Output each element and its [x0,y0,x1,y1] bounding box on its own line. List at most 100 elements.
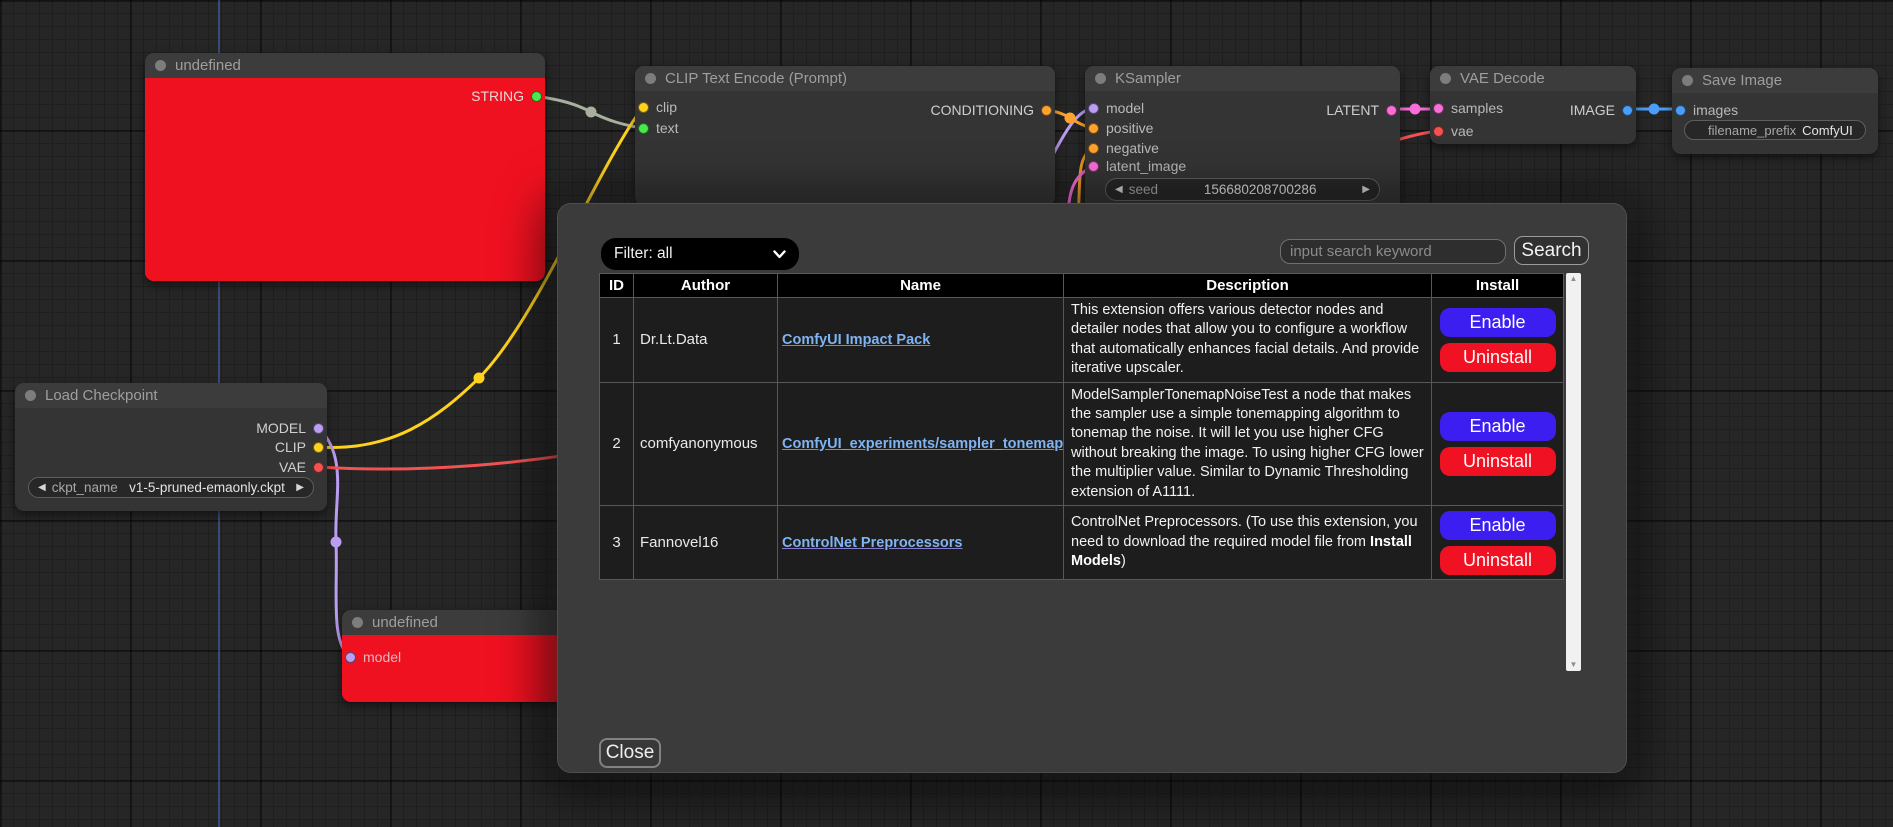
slot-dot-model[interactable] [345,652,356,663]
scroll-down-arrow-icon[interactable]: ▼ [1570,661,1578,669]
filter-selected-value: Filter: all [614,245,673,263]
node-collapse-dot[interactable] [1682,75,1693,86]
node-collapse-dot[interactable] [645,73,656,84]
node-load-checkpoint[interactable]: Load Checkpoint MODEL CLIP VAE ◀ ckpt_na… [15,383,327,511]
node-title: KSampler [1115,70,1181,87]
enable-button[interactable]: Enable [1440,412,1556,441]
search-input[interactable] [1280,239,1506,264]
filename-prefix-widget[interactable]: filename_prefix ComfyUI [1684,120,1866,140]
table-row: 2 comfyanonymous ComfyUI_experiments/sam… [600,382,1564,505]
slot-dot-vae-out[interactable] [313,462,324,473]
uninstall-button[interactable]: Uninstall [1440,447,1556,476]
node-collapse-dot[interactable] [155,60,166,71]
wire-dot-checkpoint-clip-to-clip[interactable] [474,373,485,384]
wire-dot-conditioning-to-positive[interactable] [1065,113,1076,124]
slot-dot-string[interactable] [531,91,542,102]
increment-arrow-icon[interactable]: ▶ [296,482,304,493]
slot-dot-model[interactable] [1088,103,1099,114]
seed-widget[interactable]: ◀ seed 156680208700286 ▶ [1105,178,1380,201]
node-body [145,78,545,281]
input-slot-samples[interactable]: samples [1433,100,1503,116]
node-save-image[interactable]: Save Image images filename_prefix ComfyU… [1672,68,1878,154]
node-collapse-dot[interactable] [352,617,363,628]
wire-dot-latent-to-samples[interactable] [1410,104,1421,115]
slot-dot-images[interactable] [1675,105,1686,116]
node-clip-text-encode[interactable]: CLIP Text Encode (Prompt) clip text COND… [635,66,1055,206]
cell-name: ComfyUI_experiments/sampler_tonemap [778,382,1064,505]
output-slot-vae[interactable]: VAE [279,459,324,475]
ckpt-name-widget[interactable]: ◀ ckpt_name v1-5-pruned-emaonly.ckpt ▶ [28,477,314,498]
node-ksampler[interactable]: KSampler model positive negative latent_… [1085,66,1400,211]
slot-dot-negative[interactable] [1088,143,1099,154]
slot-dot-conditioning[interactable] [1041,105,1052,116]
node-title: CLIP Text Encode (Prompt) [665,70,847,87]
input-slot-text[interactable]: text [638,120,679,136]
decrement-arrow-icon[interactable]: ◀ [1115,184,1123,195]
extension-link[interactable]: ControlNet Preprocessors [782,535,963,551]
output-slot-clip[interactable]: CLIP [275,439,324,455]
increment-arrow-icon[interactable]: ▶ [1362,184,1370,195]
output-slot-model[interactable]: MODEL [256,420,324,436]
output-slot-image[interactable]: IMAGE [1570,102,1633,118]
close-button[interactable]: Close [599,738,661,768]
slot-dot-latent-image[interactable] [1088,161,1099,172]
node-undefined-top[interactable]: undefined STRING [145,53,545,281]
slot-dot-latent[interactable] [1386,105,1397,116]
wire-string-to-text[interactable] [535,96,643,128]
output-slot-string[interactable]: STRING [471,88,542,104]
input-slot-vae[interactable]: vae [1433,123,1474,139]
slot-dot-image[interactable] [1622,105,1633,116]
wire-dot-checkpoint-model-to-patcher[interactable] [331,537,342,548]
enable-button[interactable]: Enable [1440,308,1556,337]
uninstall-button[interactable]: Uninstall [1440,343,1556,372]
decrement-arrow-icon[interactable]: ◀ [38,482,46,493]
node-graph-canvas[interactable]: undefined STRING CLIP Text Encode (Promp… [0,0,1893,827]
node-collapse-dot[interactable] [1095,73,1106,84]
input-slot-positive[interactable]: positive [1088,120,1153,136]
node-titlebar[interactable]: VAE Decode [1430,66,1636,91]
wire-dot-image-to-images[interactable] [1649,104,1660,115]
node-titlebar[interactable]: Save Image [1672,68,1878,93]
cell-author: Fannovel16 [634,506,778,580]
uninstall-button[interactable]: Uninstall [1440,546,1556,575]
search-button[interactable]: Search [1514,236,1589,265]
slot-dot-model-out[interactable] [313,423,324,434]
node-titlebar[interactable]: KSampler [1085,66,1400,91]
scroll-up-arrow-icon[interactable]: ▲ [1570,275,1578,283]
input-slot-model[interactable]: model [1088,100,1144,116]
header-description: Description [1064,274,1432,298]
node-titlebar[interactable]: Load Checkpoint [15,383,327,408]
enable-button[interactable]: Enable [1440,511,1556,540]
node-collapse-dot[interactable] [1440,73,1451,84]
wire-dot-string-to-text[interactable] [586,107,597,118]
slot-dot-clip-out[interactable] [313,442,324,453]
slot-dot-vae[interactable] [1433,126,1444,137]
extension-link[interactable]: ComfyUI Impact Pack [782,332,930,348]
cell-author: Dr.Lt.Data [634,298,778,383]
node-collapse-dot[interactable] [25,390,36,401]
node-title: undefined [372,614,438,631]
cell-id: 2 [600,382,634,505]
extension-manager-dialog: Filter: all Search ID Author Name Descri… [557,203,1627,773]
input-slot-model[interactable]: model [345,649,401,665]
header-id: ID [600,274,634,298]
slot-dot-positive[interactable] [1088,123,1099,134]
slot-dot-samples[interactable] [1433,103,1444,114]
node-titlebar[interactable]: undefined [145,53,545,78]
slot-dot-clip[interactable] [638,102,649,113]
node-titlebar[interactable]: CLIP Text Encode (Prompt) [635,66,1055,91]
input-slot-negative[interactable]: negative [1088,140,1159,156]
node-undefined-bottom[interactable]: undefined model [342,610,568,702]
node-vae-decode[interactable]: VAE Decode samples vae IMAGE [1430,66,1636,144]
slot-dot-text[interactable] [638,123,649,134]
table-scrollbar[interactable]: ▲ ▼ [1566,273,1581,671]
filter-select[interactable]: Filter: all [601,238,799,270]
output-slot-conditioning[interactable]: CONDITIONING [931,102,1052,118]
input-slot-latent-image[interactable]: latent_image [1088,158,1186,174]
extension-link[interactable]: ComfyUI_experiments/sampler_tonemap [782,436,1063,452]
cell-install: Enable Uninstall [1432,382,1564,505]
input-slot-images[interactable]: images [1675,102,1738,118]
node-titlebar[interactable]: undefined [342,610,568,635]
input-slot-clip[interactable]: clip [638,99,677,115]
output-slot-latent[interactable]: LATENT [1326,102,1397,118]
